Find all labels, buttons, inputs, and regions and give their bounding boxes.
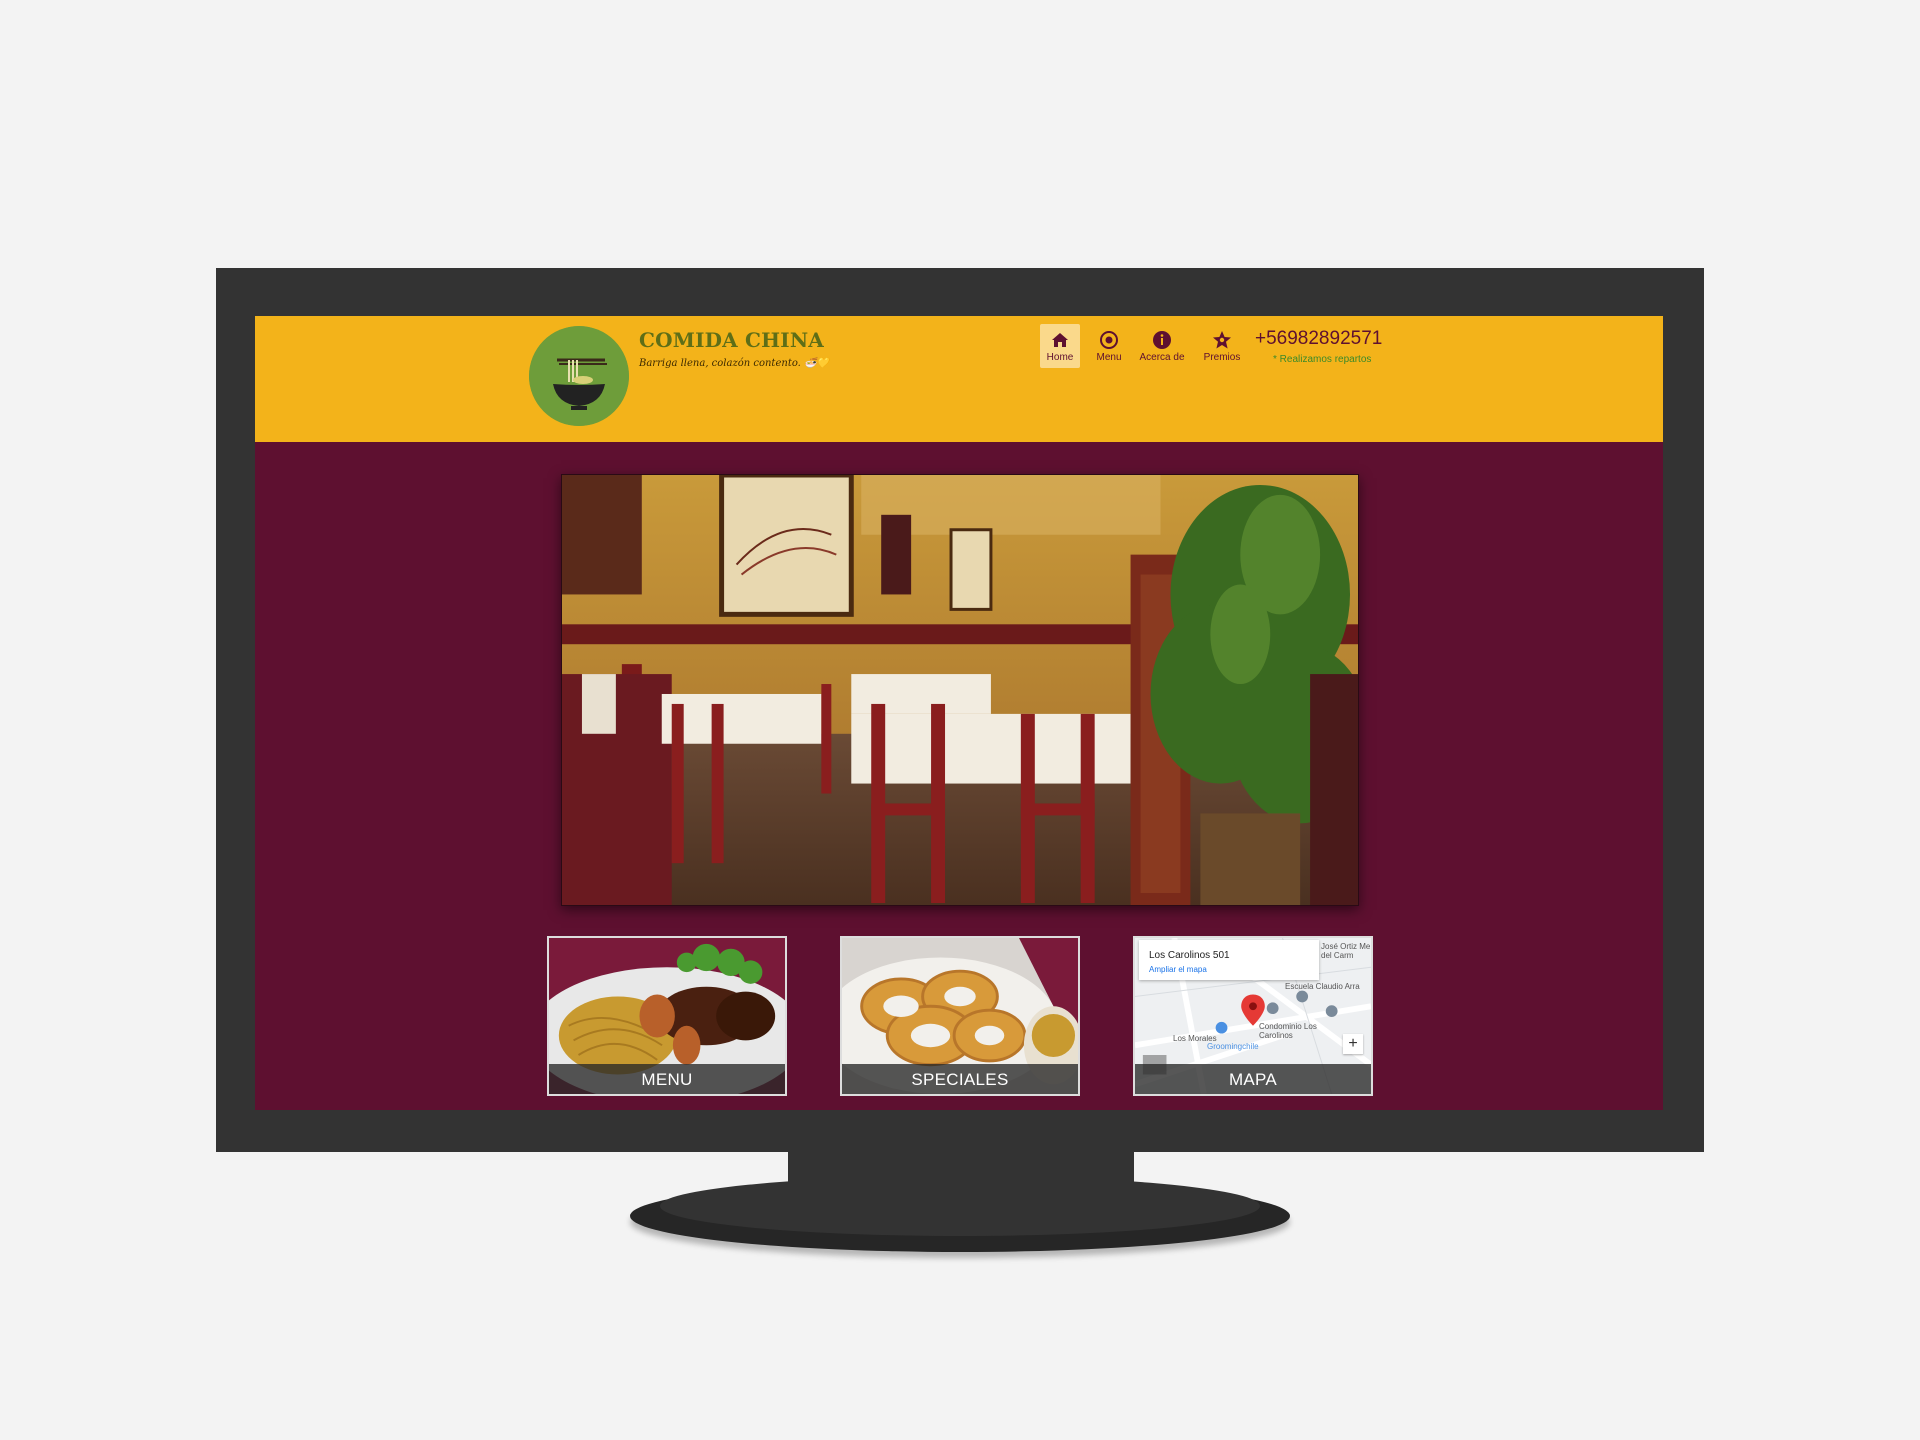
hero-restaurant-image [561,474,1359,906]
site-header: COMIDA CHINA Barriga llena, colazón cont… [255,316,1663,442]
map-label-street: Los Morales [1173,1034,1217,1043]
specials-card[interactable]: SPECIALES [840,936,1080,1096]
star-icon [1212,330,1232,350]
map-address: Los Carolinos 501 [1149,950,1230,961]
map-label-corner: José Ortiz Me del Carm [1321,942,1371,960]
website-screen: COMIDA CHINA Barriga llena, colazón cont… [255,316,1663,1110]
nav-label-home: Home [1046,351,1074,363]
map-card-caption: MAPA [1135,1064,1371,1094]
menu-card-caption: MENU [549,1064,785,1094]
map-label-groom: Groomingchile [1207,1042,1259,1051]
monitor-neck [788,1150,1134,1220]
brand-tagline: Barriga llena, colazón contento. 🍜💛 [639,358,829,369]
info-icon [1152,330,1172,350]
map-label-school: Escuela Claudio Arra [1285,982,1360,991]
nav-item-about[interactable]: Acerca de [1132,324,1192,368]
phone-number[interactable]: +56982892571 [1255,328,1382,350]
menu-plate-icon [1099,330,1119,350]
home-icon [1050,330,1070,350]
map-expand-link[interactable]: Ampliar el mapa [1149,965,1309,974]
brand-title: COMIDA CHINA [639,328,825,352]
menu-card[interactable]: MENU [547,936,787,1096]
delivery-note: * Realizamos repartos [1273,354,1372,365]
nav-label-menu: Menu [1096,351,1122,363]
map-zoom-in-button[interactable]: + [1343,1034,1363,1054]
nav-label-about: Acerca de [1139,351,1185,363]
main-nav: Home Menu Acerca de Premios [1040,324,1252,368]
map-info-box: Los Carolinos 501 Ampliar el mapa [1139,940,1319,980]
specials-card-caption: SPECIALES [842,1064,1078,1094]
logo-bowl-icon[interactable] [529,326,629,426]
map-card[interactable]: Los Carolinos 501 Ampliar el mapa José O… [1133,936,1373,1096]
nav-item-home[interactable]: Home [1040,324,1080,368]
nav-item-awards[interactable]: Premios [1192,324,1252,368]
nav-label-awards: Premios [1203,351,1241,363]
map-label-condo: Condominio Los Carolinos [1259,1022,1317,1040]
nav-item-menu[interactable]: Menu [1086,324,1132,368]
